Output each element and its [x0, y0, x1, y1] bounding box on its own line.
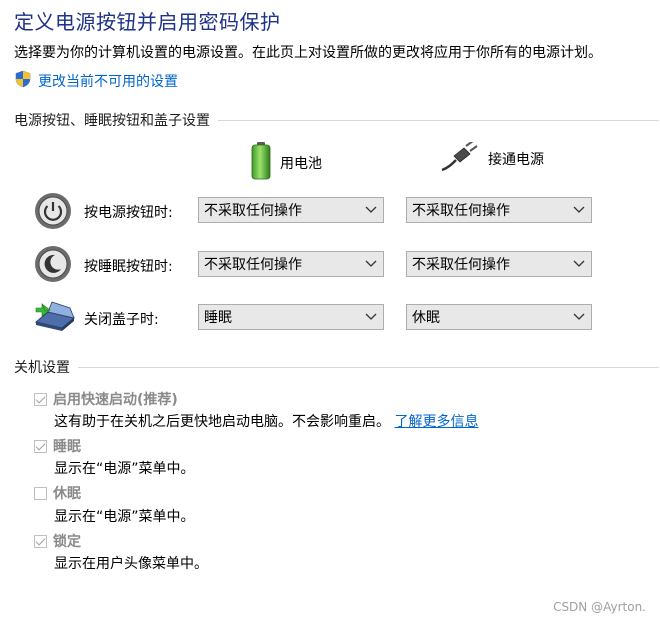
- hibernate-option: 休眠: [34, 483, 81, 503]
- dropdown-value: 休眠: [412, 310, 440, 326]
- lock-label: 锁定: [53, 534, 81, 550]
- section-divider: [78, 366, 659, 368]
- lid-close-row-label: 关闭盖子时:: [84, 312, 159, 328]
- page-title: 定义电源按钮并启用密码保护: [14, 10, 281, 34]
- power-button-icon: [34, 192, 72, 234]
- power-buttons-section-title: 电源按钮、睡眠按钮和盖子设置: [14, 113, 210, 129]
- watermark: CSDN @Ayrton.: [553, 600, 646, 614]
- laptop-lid-icon: [32, 298, 76, 338]
- page-description: 选择要为你的计算机设置的电源设置。在此页上对设置所做的更改将应用于你所有的电源计…: [14, 45, 602, 61]
- power-button-plugged-dropdown[interactable]: 不采取任何操作: [406, 197, 592, 223]
- power-button-row-label: 按电源按钮时:: [84, 205, 173, 221]
- lid-close-battery-dropdown[interactable]: 睡眠: [198, 304, 384, 330]
- hibernate-checkbox[interactable]: [34, 486, 47, 500]
- sleep-button-plugged-dropdown[interactable]: 不采取任何操作: [406, 251, 592, 277]
- change-unavailable-settings-label[interactable]: 更改当前不可用的设置: [38, 71, 178, 91]
- change-unavailable-settings-link[interactable]: 更改当前不可用的设置: [14, 70, 178, 92]
- lock-option: 锁定: [34, 531, 81, 551]
- section-divider: [218, 119, 659, 121]
- dropdown-value: 不采取任何操作: [204, 203, 302, 219]
- sleep-button-battery-dropdown[interactable]: 不采取任何操作: [198, 251, 384, 277]
- chevron-down-icon: [365, 206, 377, 213]
- dropdown-value: 不采取任何操作: [412, 203, 510, 219]
- learn-more-link[interactable]: 了解更多信息: [394, 414, 478, 430]
- battery-column-header: 用电池: [250, 142, 322, 184]
- battery-column-label: 用电池: [280, 156, 322, 172]
- sleep-label: 睡眠: [53, 439, 81, 455]
- lock-description: 显示在用户头像菜单中。: [54, 556, 208, 572]
- fast-startup-option: 启用快速启动(推荐): [34, 389, 178, 409]
- dropdown-value: 不采取任何操作: [412, 257, 510, 273]
- power-plug-icon: [440, 140, 480, 176]
- fast-startup-checkbox[interactable]: [34, 392, 47, 406]
- dropdown-value: 睡眠: [204, 310, 232, 326]
- fast-startup-description: 这有助于在关机之后更快地启动电脑。不会影响重启。 了解更多信息: [54, 411, 478, 431]
- sleep-button-icon: [34, 245, 72, 287]
- power-button-battery-dropdown[interactable]: 不采取任何操作: [198, 197, 384, 223]
- chevron-down-icon: [573, 206, 585, 213]
- plugged-in-column-header: 接通电源: [440, 140, 544, 176]
- lock-checkbox[interactable]: [34, 534, 47, 548]
- sleep-button-row-label: 按睡眠按钮时:: [84, 259, 173, 275]
- fast-startup-label: 启用快速启动(推荐): [53, 392, 178, 408]
- sleep-checkbox[interactable]: [34, 439, 47, 453]
- battery-icon: [250, 142, 272, 184]
- fast-startup-desc-text: 这有助于在关机之后更快地启动电脑。不会影响重启。: [54, 414, 390, 430]
- sleep-option: 睡眠: [34, 436, 81, 456]
- hibernate-description: 显示在“电源”菜单中。: [54, 509, 195, 525]
- plugged-in-column-label: 接通电源: [488, 152, 544, 168]
- power-buttons-section-header: 电源按钮、睡眠按钮和盖子设置: [14, 110, 659, 130]
- shutdown-section-header: 关机设置: [14, 357, 659, 377]
- sleep-description: 显示在“电源”菜单中。: [54, 461, 195, 477]
- chevron-down-icon: [365, 260, 377, 267]
- hibernate-label: 休眠: [53, 486, 81, 502]
- chevron-down-icon: [573, 260, 585, 267]
- shutdown-section-title: 关机设置: [14, 360, 70, 376]
- dropdown-value: 不采取任何操作: [204, 257, 302, 273]
- uac-shield-icon: [14, 70, 32, 92]
- chevron-down-icon: [365, 313, 377, 320]
- lid-close-plugged-dropdown[interactable]: 休眠: [406, 304, 592, 330]
- chevron-down-icon: [573, 313, 585, 320]
